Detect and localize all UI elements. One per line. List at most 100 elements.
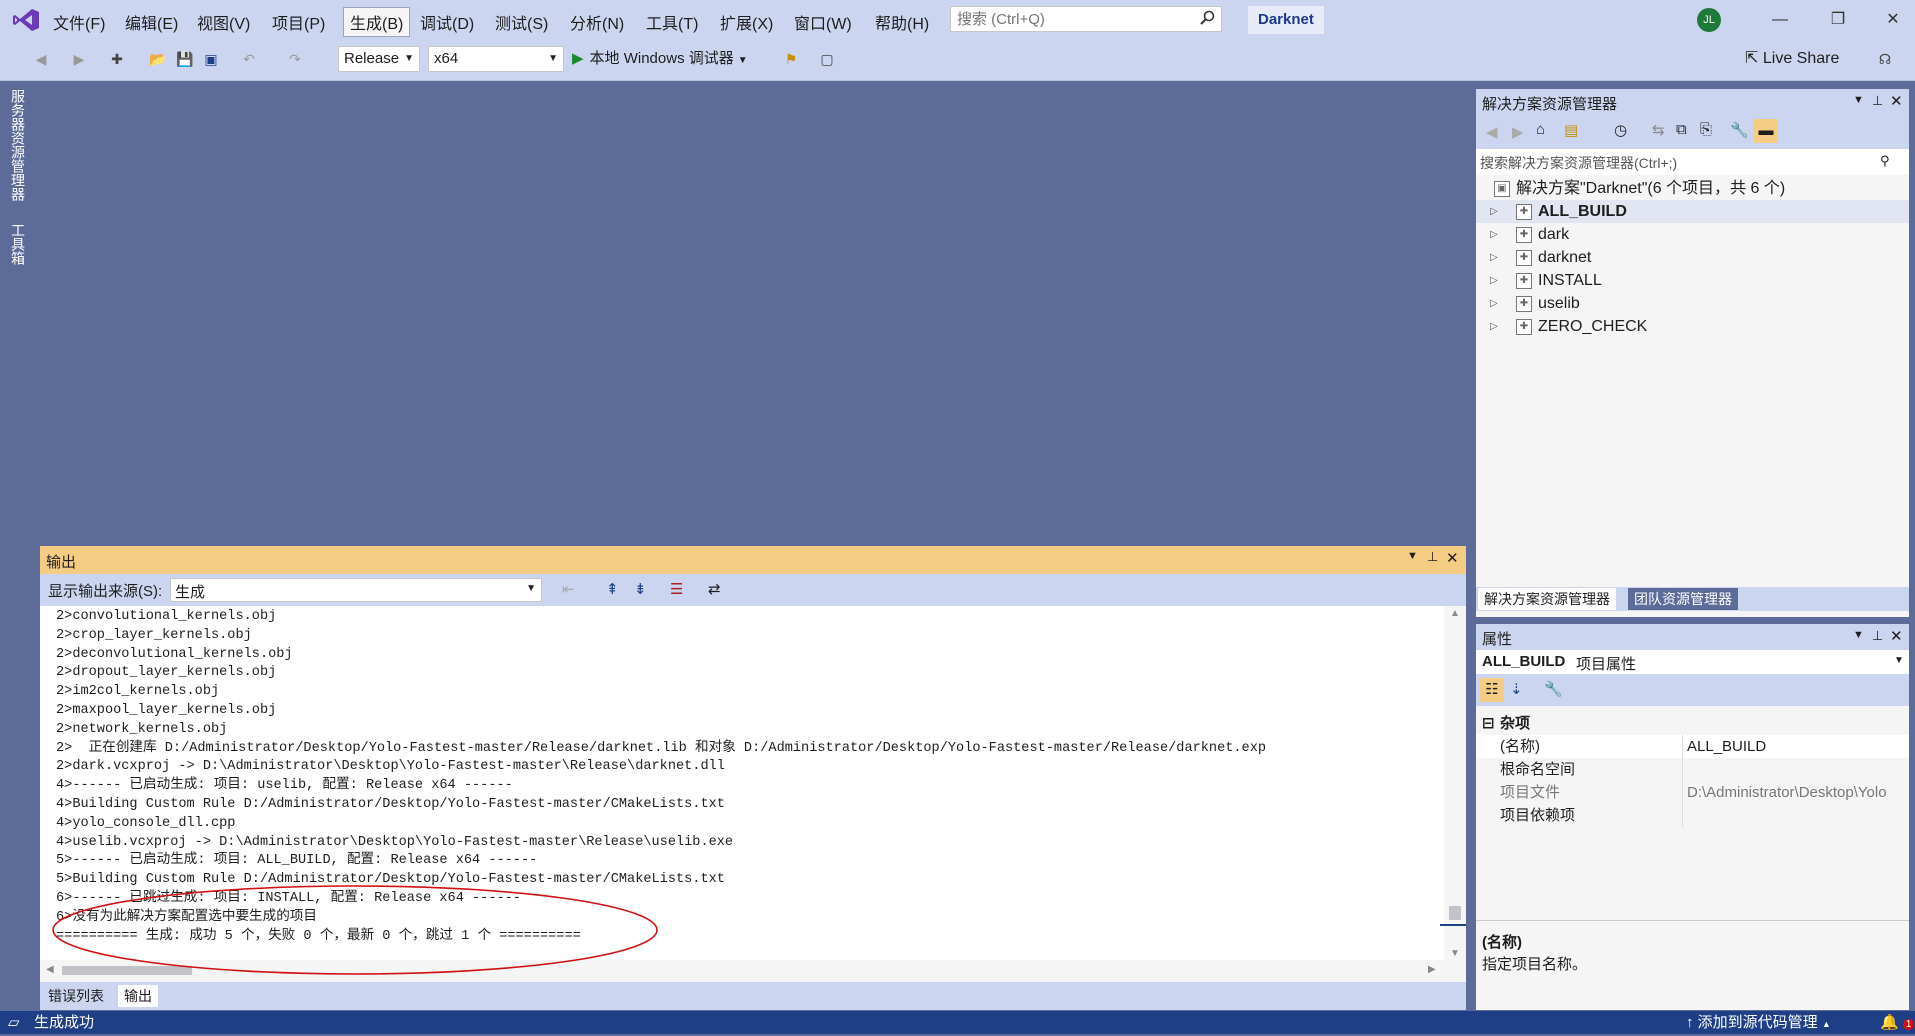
property-row[interactable]: 项目依赖项 bbox=[1476, 804, 1909, 827]
scroll-up-icon[interactable]: ▲ bbox=[1450, 608, 1460, 619]
menu-item[interactable]: 帮助(H) bbox=[875, 10, 929, 34]
menu-item[interactable]: 调试(D) bbox=[420, 10, 474, 34]
project-item[interactable]: ▷ ✚ darknet bbox=[1476, 246, 1909, 269]
go-to-previous-message-icon[interactable]: ⇤ bbox=[562, 580, 575, 598]
find-previous-icon[interactable]: ⇞ bbox=[606, 580, 619, 598]
back-icon[interactable]: ◀ bbox=[1486, 123, 1498, 141]
project-item[interactable]: ▷ ✚ ALL_BUILD bbox=[1476, 200, 1909, 223]
tab-solution-explorer[interactable]: 解决方案资源管理器 bbox=[1478, 588, 1616, 610]
save-icon[interactable]: 💾 bbox=[174, 48, 196, 70]
menu-item[interactable]: 测试(S) bbox=[495, 10, 548, 34]
collapse-all-icon[interactable]: ⧉ bbox=[1676, 121, 1687, 138]
properties-wrench-icon[interactable]: 🔧 bbox=[1730, 121, 1749, 139]
pending-changes-icon[interactable]: ◷ bbox=[1614, 121, 1627, 139]
navigate-back-icon[interactable]: ◀ bbox=[30, 48, 52, 70]
source-control-button[interactable]: ↑ 添加到源代码管理 ▲ bbox=[1686, 1011, 1831, 1036]
restore-button[interactable]: ❐ bbox=[1818, 6, 1858, 34]
close-window-button[interactable]: ✕ bbox=[1873, 6, 1913, 34]
screenshot-icon[interactable]: ▢ bbox=[816, 48, 838, 70]
menu-item[interactable]: 生成(B) bbox=[343, 7, 411, 37]
play-icon: ▶ bbox=[572, 50, 584, 67]
show-all-files-icon[interactable]: ⎘ bbox=[1700, 121, 1712, 138]
property-row[interactable]: (名称) ALL_BUILD bbox=[1476, 735, 1909, 758]
pin-icon[interactable]: ⊥ bbox=[1872, 628, 1883, 644]
solution-root[interactable]: ▣ 解决方案"Darknet"(6 个项目，共 6 个) bbox=[1476, 177, 1909, 200]
scroll-thumb[interactable] bbox=[1449, 906, 1461, 920]
configuration-select[interactable]: Release ▼ bbox=[338, 46, 420, 72]
close-icon[interactable]: ✕ bbox=[1890, 627, 1903, 645]
close-icon[interactable]: ✕ bbox=[1446, 549, 1459, 567]
toolbox-tab[interactable]: 工具箱 bbox=[8, 223, 28, 265]
undo-icon[interactable]: ↶ bbox=[238, 48, 260, 70]
switch-views-icon[interactable]: ▤ bbox=[1564, 121, 1578, 139]
search-input[interactable] bbox=[955, 7, 1189, 31]
menu-item[interactable]: 扩展(X) bbox=[720, 10, 773, 34]
scroll-right-icon[interactable]: ▶ bbox=[1428, 964, 1436, 975]
project-item[interactable]: ▷ ✚ INSTALL bbox=[1476, 269, 1909, 292]
property-value[interactable] bbox=[1682, 758, 1913, 781]
vertical-scrollbar[interactable]: ▲ ▼ bbox=[1440, 606, 1466, 982]
preview-selected-icon[interactable]: ▬ bbox=[1754, 119, 1778, 143]
annotation-ellipse bbox=[52, 885, 658, 975]
project-item[interactable]: ▷ ✚ dark bbox=[1476, 223, 1909, 246]
output-source-select[interactable]: 生成 ▼ bbox=[170, 578, 542, 602]
solution-explorer-search[interactable]: 搜索解决方案资源管理器(Ctrl+;) ⚲ bbox=[1476, 149, 1909, 176]
start-debugging-button[interactable]: ▶ 本地 Windows 调试器 ▼ bbox=[572, 46, 748, 72]
navigate-forward-icon[interactable]: ▶ bbox=[68, 48, 90, 70]
categorized-icon[interactable]: ☷ bbox=[1480, 678, 1504, 702]
tab-team-explorer[interactable]: 团队资源管理器 bbox=[1628, 588, 1738, 610]
open-file-icon[interactable]: 📂 bbox=[147, 48, 169, 70]
property-pages-icon[interactable]: 🔧 bbox=[1544, 680, 1563, 698]
find-in-files-icon[interactable]: ⚑ bbox=[780, 48, 802, 70]
expand-icon[interactable]: ▷ bbox=[1490, 200, 1498, 223]
live-share-button[interactable]: ⇱ Live Share bbox=[1745, 48, 1839, 68]
user-avatar[interactable]: JL bbox=[1697, 8, 1721, 32]
menu-item[interactable]: 工具(T) bbox=[646, 10, 698, 34]
menu-item[interactable]: 项目(P) bbox=[272, 10, 325, 34]
menu-item[interactable]: 窗口(W) bbox=[794, 10, 852, 34]
property-row[interactable]: 项目文件 D:\Administrator\Desktop\Yolo bbox=[1476, 781, 1909, 804]
panel-menu-icon[interactable]: ▼ bbox=[1407, 550, 1418, 562]
new-project-icon[interactable]: ✚ bbox=[106, 48, 128, 70]
expand-icon[interactable]: ▷ bbox=[1490, 246, 1498, 269]
notifications-button[interactable]: 🔔 1 bbox=[1880, 1011, 1915, 1036]
redo-icon[interactable]: ↷ bbox=[284, 48, 306, 70]
properties-object-select[interactable]: ALL_BUILD 项目属性 ▼ bbox=[1476, 650, 1909, 675]
expand-icon[interactable]: ▷ bbox=[1490, 223, 1498, 246]
expand-icon[interactable]: ▷ bbox=[1490, 269, 1498, 292]
menu-item[interactable]: 视图(V) bbox=[197, 10, 250, 34]
sync-icon[interactable]: ⇆ bbox=[1652, 121, 1665, 139]
find-next-icon[interactable]: ⇟ bbox=[634, 580, 647, 598]
pin-icon[interactable]: ⊥ bbox=[1427, 549, 1438, 565]
property-value[interactable] bbox=[1682, 804, 1913, 827]
forward-icon[interactable]: ▶ bbox=[1512, 123, 1524, 141]
properties-category[interactable]: ⊟ 杂项 bbox=[1476, 712, 1909, 735]
property-row[interactable]: 根命名空间 bbox=[1476, 758, 1909, 781]
feedback-icon[interactable]: ☊ bbox=[1874, 48, 1896, 70]
expand-icon[interactable]: ▷ bbox=[1490, 315, 1498, 338]
save-all-icon[interactable]: ▣ bbox=[200, 48, 222, 70]
close-icon[interactable]: ✕ bbox=[1890, 92, 1903, 110]
toggle-word-wrap-icon[interactable]: ⇄ bbox=[708, 580, 721, 598]
scroll-down-icon[interactable]: ▼ bbox=[1450, 948, 1460, 959]
home-icon[interactable]: ⌂ bbox=[1536, 121, 1545, 138]
panel-menu-icon[interactable]: ▼ bbox=[1853, 629, 1864, 641]
project-item[interactable]: ▷ ✚ uselib bbox=[1476, 292, 1909, 315]
search-box[interactable] bbox=[950, 6, 1222, 32]
server-explorer-tab[interactable]: 服务器资源管理器 bbox=[8, 89, 28, 201]
minimize-button[interactable]: — bbox=[1760, 6, 1800, 34]
pin-icon[interactable]: ⊥ bbox=[1872, 93, 1883, 109]
panel-menu-icon[interactable]: ▼ bbox=[1853, 94, 1864, 106]
menu-item[interactable]: 分析(N) bbox=[570, 10, 624, 34]
property-value[interactable]: D:\Administrator\Desktop\Yolo bbox=[1682, 781, 1913, 804]
expand-icon[interactable]: ▷ bbox=[1490, 292, 1498, 315]
output-title-bar: 输出 ▼ ⊥ ✕ bbox=[40, 546, 1466, 574]
platform-select[interactable]: x64 ▼ bbox=[428, 46, 564, 72]
menu-item[interactable]: 编辑(E) bbox=[125, 10, 178, 34]
menu-item[interactable]: 文件(F) bbox=[53, 10, 105, 34]
alphabetical-icon[interactable]: ⇣ bbox=[1510, 680, 1523, 698]
project-item[interactable]: ▷ ✚ ZERO_CHECK bbox=[1476, 315, 1909, 338]
property-value[interactable]: ALL_BUILD bbox=[1682, 735, 1913, 758]
clear-all-icon[interactable]: ☰ bbox=[670, 580, 683, 598]
solution-name-badge: Darknet bbox=[1248, 6, 1324, 34]
